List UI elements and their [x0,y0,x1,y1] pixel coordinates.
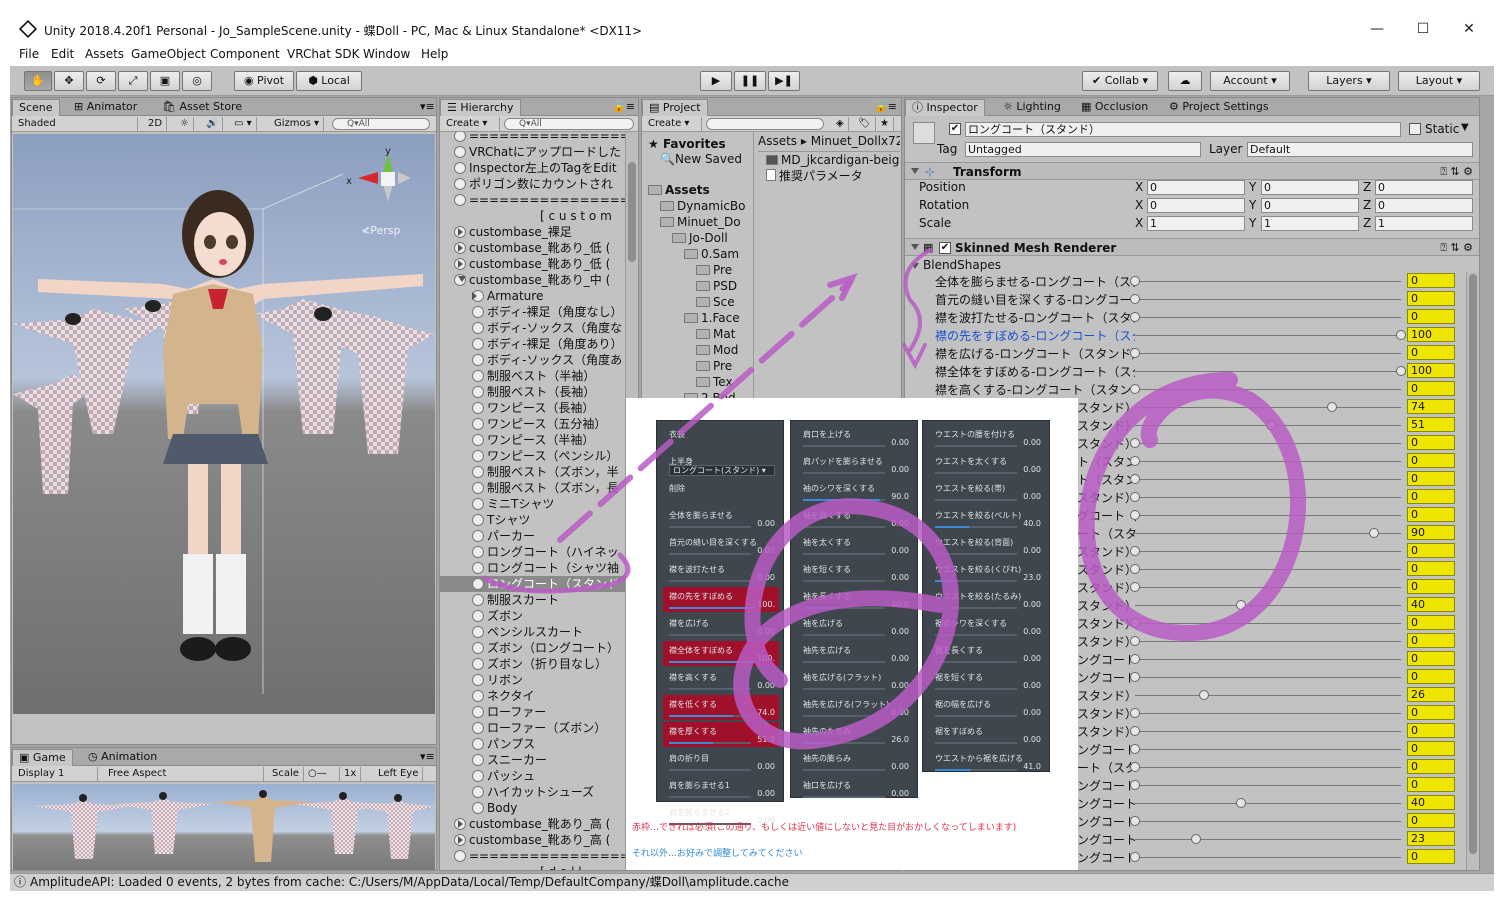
info-icon: ⓘ [14,875,27,889]
annotation-layer [482,248,1307,750]
status-text: AmplitudeAPI: Loaded 0 events, 2 bytes f… [30,875,789,889]
status-bar: ⓘ AmplitudeAPI: Loaded 0 events, 2 bytes… [10,873,1494,891]
